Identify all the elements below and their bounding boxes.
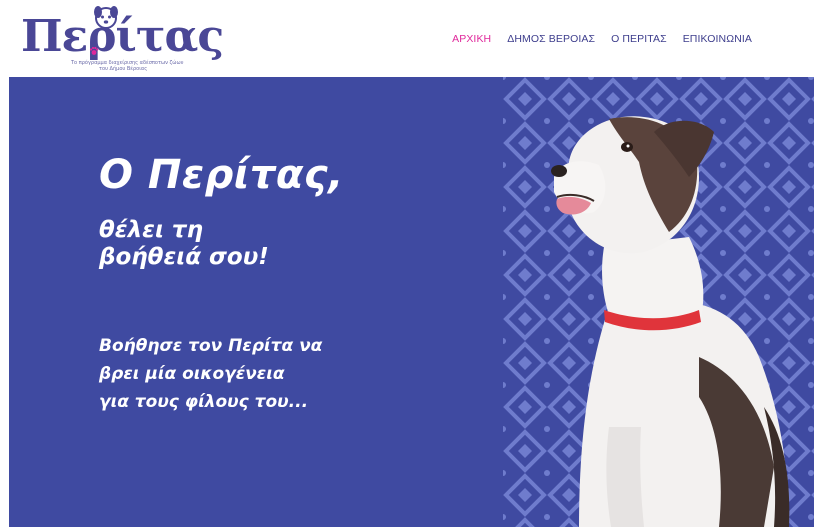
logo-tagline-2: του Δήμου Βέροιας (99, 66, 148, 72)
hero-subtitle-line-2: βοήθειά σου! (99, 244, 269, 270)
right-margin (814, 0, 826, 527)
hero-subtitle: θέλει τη βοήθειά σου! (99, 217, 269, 271)
page: Περίτας Το πρόγραμμα διαχείρισης αδέσποτ… (0, 0, 826, 527)
nav-contact[interactable]: ΕΠΙΚΟΙΝΩΝΙΑ (683, 33, 752, 45)
hero-body-line-3: για τους φίλους του... (99, 392, 309, 412)
hero-body-line-1: Βοήθησε τον Περίτα να (99, 336, 323, 356)
hero-title: Ο Περίτας, (99, 152, 344, 198)
nav-o-peritas[interactable]: Ο ΠΕΡΙΤΑΣ (611, 33, 667, 45)
hero-banner: Ο Περίτας, θέλει τη βοήθειά σου! Βοήθησε… (9, 77, 814, 527)
site-logo[interactable]: Περίτας Το πρόγραμμα διαχείρισης αδέσποτ… (19, 2, 224, 74)
paw-icon (89, 46, 99, 55)
left-margin (0, 0, 9, 527)
hero-body: Βοήθησε τον Περίτα να βρει μία οικογένει… (99, 332, 322, 416)
dog-photo (551, 116, 790, 527)
nav-home[interactable]: ΑΡΧΙΚΗ (452, 33, 491, 45)
logo-wordmark: Περίτας (21, 11, 224, 62)
nav-dimos-veroias[interactable]: ΔΗΜΟΣ ΒΕΡΟΙΑΣ (507, 33, 595, 45)
hero-body-line-2: βρει μία οικογένεια (99, 364, 285, 384)
site-header: Περίτας Το πρόγραμμα διαχείρισης αδέσποτ… (9, 0, 814, 77)
hero-subtitle-line-1: θέλει τη (99, 217, 203, 243)
main-nav: ΑΡΧΙΚΗ ΔΗΜΟΣ ΒΕΡΟΙΑΣ Ο ΠΕΡΙΤΑΣ ΕΠΙΚΟΙΝΩΝ… (452, 33, 752, 45)
